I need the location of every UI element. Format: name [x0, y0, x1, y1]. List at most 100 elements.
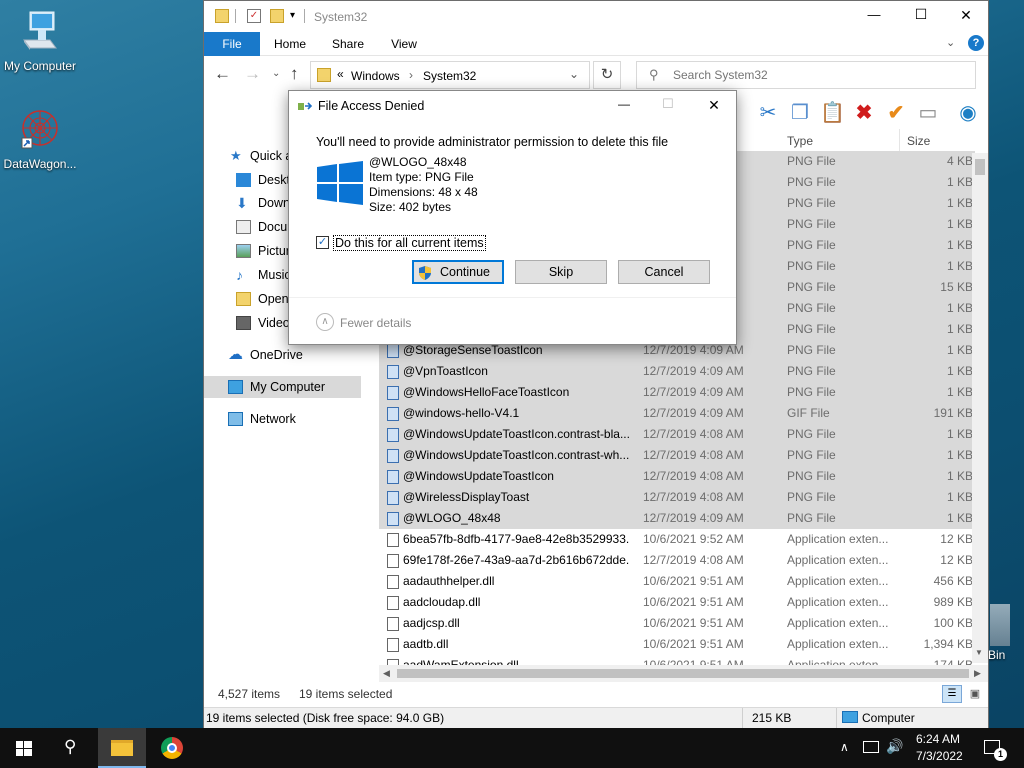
refresh-button[interactable]: ↻ — [593, 61, 621, 89]
network-icon[interactable] — [863, 741, 879, 753]
cut-icon[interactable]: ✂ — [756, 101, 780, 125]
clock-time[interactable]: 6:24 AM — [916, 732, 960, 746]
address-dropdown-icon[interactable]: ⌄ — [569, 67, 579, 81]
rename-icon[interactable]: ▭ — [916, 101, 940, 125]
recent-locations-icon[interactable]: ⌄ — [272, 68, 280, 79]
file-type: PNG File — [787, 280, 836, 294]
shield-icon — [419, 265, 431, 280]
help-icon[interactable]: ? — [968, 35, 984, 51]
desktop-icon-recycle-bin[interactable]: Bin — [988, 604, 1024, 662]
image-file-icon — [387, 407, 399, 421]
scroll-thumb[interactable] — [975, 159, 985, 175]
maximize-button[interactable]: ☐ — [901, 6, 941, 23]
file-name: 6bea57fb-8dfb-4177-9ae8-42e8b3529933... — [403, 532, 629, 546]
scroll-down-arrow[interactable]: ▼ — [975, 648, 983, 657]
nav-item-network[interactable]: Network — [204, 408, 379, 430]
search-box[interactable]: ⚲ — [636, 61, 976, 89]
tab-share[interactable]: Share — [324, 32, 372, 56]
chevron-up-icon[interactable]: ∧ — [316, 313, 334, 331]
dll-file-icon — [387, 554, 399, 568]
image-file-icon — [387, 449, 399, 463]
shell-icon[interactable]: ◉ — [956, 101, 980, 125]
cancel-button[interactable]: Cancel — [618, 260, 710, 284]
dialog-close-button[interactable]: ✕ — [699, 97, 729, 114]
close-button[interactable]: ✕ — [946, 7, 986, 24]
file-date: 12/7/2019 4:08 AM — [643, 490, 744, 504]
file-type: PNG File — [787, 343, 836, 357]
search-button[interactable]: ⚲ — [48, 728, 96, 768]
table-row[interactable]: @WindowsUpdateToastIcon 12/7/2019 4:08 AM… — [379, 466, 975, 487]
table-row[interactable]: aadauthhelper.dll 10/6/2021 9:51 AM Applic… — [379, 571, 975, 592]
file-size: 1 KB — [946, 301, 973, 315]
info-selection: 19 items selected (Disk free space: 94.0… — [206, 711, 445, 725]
new-folder-icon[interactable] — [270, 9, 284, 23]
table-row[interactable]: @WLOGO_48x48 12/7/2019 4:09 AM PNG File 1 K… — [379, 508, 975, 529]
desktop-icon-label: Bin — [988, 648, 1006, 662]
large-icons-view-icon[interactable]: ▣ — [966, 685, 984, 703]
table-row[interactable]: @WirelessDisplayToast 12/7/2019 4:08 AM PN… — [379, 487, 975, 508]
scroll-left-arrow[interactable]: ◀ — [383, 668, 390, 679]
tab-file[interactable]: File — [204, 32, 260, 56]
dialog-minimize-button[interactable]: — — [609, 97, 639, 111]
desktop-icon-my-computer[interactable]: My Computer — [0, 10, 80, 73]
start-button[interactable] — [0, 728, 48, 768]
table-row[interactable]: 6bea57fb-8dfb-4177-9ae8-42e8b3529933... 1… — [379, 529, 975, 550]
file-type: PNG File — [787, 322, 836, 336]
nav-item-onedrive[interactable]: ☁ OneDrive — [204, 344, 379, 366]
file-type: PNG File — [787, 469, 836, 483]
skip-label: Skip — [548, 265, 574, 279]
forward-arrow-icon[interactable]: → — [244, 64, 261, 84]
table-row[interactable]: @WindowsUpdateToastIcon.contrast-bla... 1… — [379, 424, 975, 445]
paste-icon[interactable]: 📋 — [820, 101, 845, 125]
search-input[interactable] — [673, 66, 963, 84]
breadcrumb-system32[interactable]: System32 — [423, 69, 476, 83]
desktop-icon-datawagon[interactable]: DataWagon... — [0, 108, 80, 171]
tray-overflow-icon[interactable]: ∧ — [840, 740, 849, 754]
checkmark-icon[interactable]: ✔ — [884, 101, 908, 125]
minimize-button[interactable]: — — [854, 7, 894, 22]
back-arrow-icon[interactable]: ← — [214, 64, 231, 84]
table-row[interactable]: @WindowsUpdateToastIcon.contrast-wh... 12… — [379, 445, 975, 466]
table-row[interactable]: @VpnToastIcon 12/7/2019 4:09 AM PNG File 1 … — [379, 361, 975, 382]
skip-button[interactable]: Skip — [515, 260, 607, 284]
apply-all-checkbox[interactable]: ✓ — [316, 236, 329, 249]
customize-quick-access-icon[interactable]: ▾ — [290, 10, 295, 21]
scroll-thumb[interactable] — [397, 669, 969, 678]
clock-date[interactable]: 7/3/2022 — [916, 749, 963, 763]
move-file-icon — [298, 101, 313, 112]
table-row[interactable]: 69fe178f-26e7-43a9-aa7d-2b616b672dde... 1… — [379, 550, 975, 571]
dialog-message: You'll need to provide administrator per… — [316, 135, 669, 149]
file-size: 1 KB — [946, 385, 973, 399]
fewer-details-link[interactable]: Fewer details — [340, 316, 411, 330]
table-row[interactable]: aadtb.dll 10/6/2021 9:51 AM Application ex… — [379, 634, 975, 655]
breadcrumb-windows[interactable]: Windows — [351, 69, 400, 83]
scroll-right-arrow[interactable]: ▶ — [974, 668, 981, 679]
file-date: 10/6/2021 9:51 AM — [643, 595, 744, 609]
taskbar-chrome[interactable] — [148, 728, 196, 768]
file-date: 12/7/2019 4:08 AM — [643, 553, 744, 567]
nav-item-my-computer[interactable]: My Computer — [204, 376, 361, 398]
continue-button[interactable]: Continue — [412, 260, 504, 284]
vertical-scrollbar[interactable]: ▼ — [972, 153, 988, 663]
file-date: 12/7/2019 4:09 AM — [643, 406, 744, 420]
expand-ribbon-icon[interactable]: ⌄ — [946, 36, 955, 49]
properties-icon[interactable]: ✓ — [247, 9, 261, 23]
up-arrow-icon[interactable]: ↑ — [290, 64, 299, 84]
tab-home[interactable]: Home — [266, 32, 314, 56]
file-name: @WindowsHelloFaceToastIcon — [403, 385, 570, 399]
file-date: 12/7/2019 4:08 AM — [643, 427, 744, 441]
details-view-icon[interactable]: ☰ — [942, 685, 962, 703]
horizontal-scrollbar[interactable]: ◀ ▶ — [379, 665, 988, 682]
table-row[interactable]: @windows-hello-V4.1 12/7/2019 4:09 AM GIF … — [379, 403, 975, 424]
volume-icon[interactable]: 🔊 — [886, 738, 903, 755]
file-name: @windows-hello-V4.1 — [403, 406, 520, 420]
table-row[interactable]: aadcloudap.dll 10/6/2021 9:51 AM Applicati… — [379, 592, 975, 613]
table-row[interactable]: aadjcsp.dll 10/6/2021 9:51 AM Application … — [379, 613, 975, 634]
taskbar-file-explorer[interactable] — [98, 728, 146, 768]
delete-icon[interactable]: ✖ — [852, 101, 876, 125]
table-row[interactable]: @WindowsHelloFaceToastIcon 12/7/2019 4:09… — [379, 382, 975, 403]
address-bar[interactable]: « Windows › System32 ⌄ — [310, 61, 590, 89]
apply-all-label[interactable]: Do this for all current items — [333, 235, 486, 251]
tab-view[interactable]: View — [380, 32, 428, 56]
copy-icon[interactable]: ❐ — [788, 101, 812, 125]
